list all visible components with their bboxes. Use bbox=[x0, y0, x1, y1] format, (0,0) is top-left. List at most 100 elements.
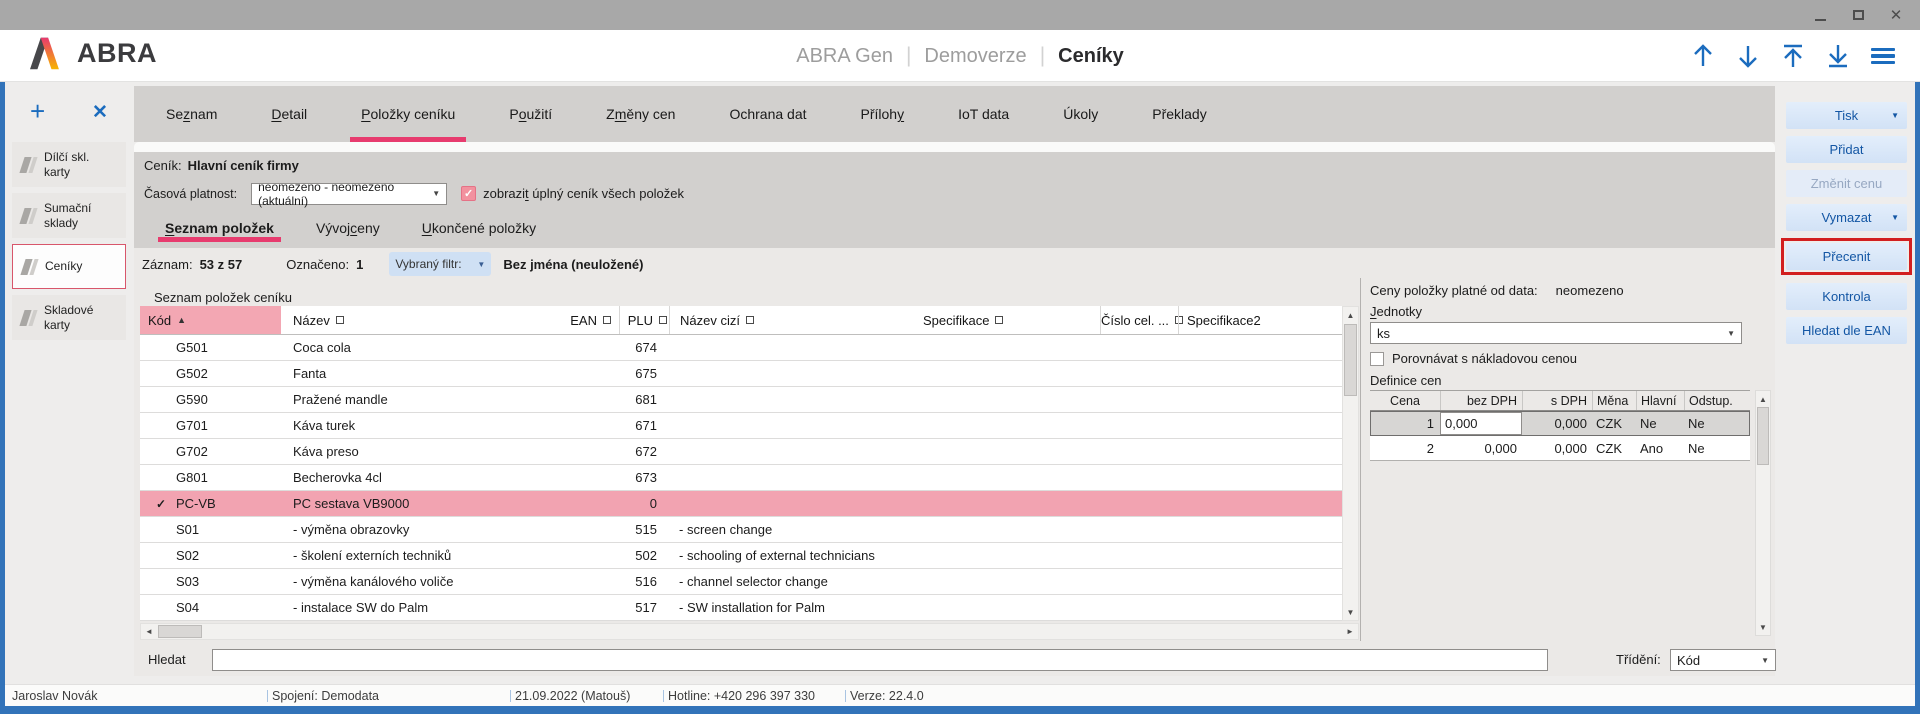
main-panel: Seznam Detail Položky ceníku Použití Změ… bbox=[134, 86, 1775, 676]
cell-nazev: Fanta bbox=[281, 361, 531, 386]
grid-row[interactable]: 2 0,000 0,000 CZK Ano Ne bbox=[1370, 436, 1750, 461]
grid-row-selected[interactable]: 1 0,000 0,000 CZK Ne Ne bbox=[1370, 411, 1750, 436]
cell-nazev-cizi bbox=[669, 491, 923, 516]
cell-plu: 517 bbox=[619, 595, 669, 620]
chevron-down-icon: ▼ bbox=[1761, 656, 1769, 665]
grid-header: Cena bez DPH s DPH Měna Hlavní Odstup. bbox=[1370, 391, 1750, 411]
tab-seznam[interactable]: Seznam bbox=[164, 86, 219, 142]
window-frame-left bbox=[0, 82, 5, 714]
scroll-down-button[interactable]: ▼ bbox=[1756, 619, 1770, 635]
tab-preklady[interactable]: Překlady bbox=[1150, 86, 1208, 142]
table-row[interactable]: S01 - výměna obrazovky 515 - screen chan… bbox=[140, 517, 1342, 543]
scroll-down-button[interactable]: ▼ bbox=[1343, 604, 1358, 620]
column-header-cislo-cel[interactable]: Číslo cel. ... bbox=[1100, 306, 1178, 334]
cell-plu: 681 bbox=[619, 387, 669, 412]
maximize-button[interactable] bbox=[1844, 4, 1872, 26]
tab-prilohy[interactable]: Přílohy bbox=[859, 86, 907, 142]
next-record-button[interactable] bbox=[1733, 41, 1763, 71]
add-section-button[interactable]: + bbox=[30, 98, 45, 124]
cell-specifikace2 bbox=[1178, 595, 1342, 620]
cell-kod: G701 bbox=[140, 413, 281, 438]
search-by-ean-button[interactable]: Hledat dle EAN bbox=[1786, 317, 1907, 344]
cell-ean bbox=[531, 413, 619, 438]
table-horizontal-scrollbar[interactable]: ◄ ► bbox=[140, 623, 1359, 640]
scrollbar-thumb[interactable] bbox=[158, 625, 202, 638]
table-row[interactable]: G801 Becherovka 4cl 673 bbox=[140, 465, 1342, 491]
chevron-down-icon: ▼ bbox=[1727, 329, 1735, 338]
sidebar-item-skladove-karty[interactable]: Skladové karty bbox=[12, 295, 126, 340]
table-row[interactable]: G702 Káva preso 672 bbox=[140, 439, 1342, 465]
column-header-plu[interactable]: PLU bbox=[619, 306, 669, 334]
close-button[interactable]: ✕ bbox=[1882, 4, 1910, 26]
table-row[interactable]: S03 - výměna kanálového voliče 516 - cha… bbox=[140, 569, 1342, 595]
price-edit-cell[interactable]: 0,000 bbox=[1440, 412, 1522, 435]
tab-detail[interactable]: Detail bbox=[269, 86, 309, 142]
scrollbar-thumb[interactable] bbox=[1344, 324, 1357, 396]
column-header-kod[interactable]: Kód▲ bbox=[140, 306, 281, 334]
column-header-specifikace[interactable]: Specifikace bbox=[923, 306, 1100, 334]
print-button[interactable]: Tisk ▼ bbox=[1786, 102, 1907, 129]
cell-plu: 0 bbox=[619, 491, 669, 516]
validity-select[interactable]: neomezeno - neomezeno (aktuální) ▼ bbox=[251, 183, 447, 205]
maximize-icon bbox=[1853, 10, 1864, 20]
first-record-button[interactable] bbox=[1778, 41, 1808, 71]
minimize-button[interactable] bbox=[1806, 4, 1834, 26]
app-header: ABRA ABRA Gen | Demoverze | Ceníky bbox=[0, 30, 1920, 82]
column-header-ean[interactable]: EAN bbox=[531, 306, 619, 334]
delete-button[interactable]: Vymazat ▼ bbox=[1786, 204, 1907, 231]
cell-nazev-cizi bbox=[669, 413, 923, 438]
table-row[interactable]: S02 - školení externích techniků 502 - s… bbox=[140, 543, 1342, 569]
price-definition-grid: Cena bez DPH s DPH Měna Hlavní Odstup. 1… bbox=[1370, 390, 1750, 461]
table-row[interactable]: S04 - instalace SW do Palm 517 - SW inst… bbox=[140, 595, 1342, 621]
detail-vertical-scrollbar[interactable]: ▲ ▼ bbox=[1755, 390, 1771, 636]
unit-select[interactable]: ks ▼ bbox=[1370, 322, 1742, 344]
close-section-button[interactable]: ✕ bbox=[92, 102, 108, 124]
tab-iot-data[interactable]: IoT data bbox=[956, 86, 1011, 142]
last-record-button[interactable] bbox=[1823, 41, 1853, 71]
prev-record-button[interactable] bbox=[1688, 41, 1718, 71]
sidebar-item-dilci-skl-karty[interactable]: Dílčí skl. karty bbox=[12, 142, 126, 187]
tab-pouziti[interactable]: Použití bbox=[507, 86, 554, 142]
sidebar-item-sumacni-sklady[interactable]: Sumační sklady bbox=[12, 193, 126, 238]
scroll-up-button[interactable]: ▲ bbox=[1343, 307, 1358, 323]
close-icon: ✕ bbox=[1890, 6, 1903, 24]
tab-polozky-ceniku[interactable]: Položky ceníku bbox=[359, 86, 457, 142]
tab-ukoly[interactable]: Úkoly bbox=[1061, 86, 1100, 142]
grid-cell-hlavni: Ne bbox=[1636, 411, 1684, 435]
scrollbar-thumb[interactable] bbox=[1757, 407, 1769, 465]
scroll-up-button[interactable]: ▲ bbox=[1756, 391, 1770, 407]
cell-kod: G502 bbox=[140, 361, 281, 386]
table-vertical-scrollbar[interactable]: ▲ ▼ bbox=[1342, 306, 1359, 621]
table-row[interactable]: G502 Fanta 675 bbox=[140, 361, 1342, 387]
add-button[interactable]: Přidat bbox=[1786, 136, 1907, 163]
scroll-right-button[interactable]: ► bbox=[1342, 624, 1358, 639]
column-header-nazev-cizi[interactable]: Název cizí bbox=[669, 306, 923, 334]
menu-button[interactable] bbox=[1868, 41, 1898, 71]
sort-select[interactable]: Kód ▼ bbox=[1670, 649, 1776, 671]
selected-filter-button[interactable]: Vybraný filtr: ▼ bbox=[389, 252, 491, 276]
pricelist-name: Hlavní ceník firmy bbox=[188, 158, 299, 173]
sidebar-item-ceniky[interactable]: Ceníky bbox=[12, 244, 126, 289]
table-row[interactable]: G701 Káva turek 671 bbox=[140, 413, 1342, 439]
column-options-icon bbox=[995, 316, 1003, 324]
compare-cost-checkbox-row[interactable]: Porovnávat s nákladovou cenou bbox=[1370, 351, 1577, 366]
check-button[interactable]: Kontrola bbox=[1786, 283, 1907, 310]
show-full-pricelist-checkbox[interactable]: ✓ bbox=[461, 186, 476, 201]
chevron-down-icon: ▼ bbox=[477, 260, 485, 269]
reprice-button[interactable]: Přecenit bbox=[1786, 243, 1907, 270]
tab-zmeny-cen[interactable]: Změny cen bbox=[604, 86, 677, 142]
tab-ochrana-dat[interactable]: Ochrana dat bbox=[727, 86, 808, 142]
table-row[interactable]: G501 Coca cola 674 bbox=[140, 335, 1342, 361]
search-input[interactable] bbox=[212, 649, 1548, 671]
table-row-selected[interactable]: ✓PC-VB PC sestava VB9000 0 bbox=[140, 491, 1342, 517]
subtab-vyvoj-ceny[interactable]: Vývoj ceny bbox=[313, 208, 383, 248]
column-header-nazev[interactable]: Název bbox=[281, 306, 531, 334]
cell-nazev: - instalace SW do Palm bbox=[281, 595, 531, 620]
scroll-left-button[interactable]: ◄ bbox=[141, 624, 157, 639]
table-row[interactable]: G590 Pražené mandle 681 bbox=[140, 387, 1342, 413]
column-header-specifikace2[interactable]: Specifikace2 bbox=[1178, 306, 1342, 334]
grid-cell-s-dph: 0,000 bbox=[1522, 411, 1592, 435]
subtab-ukoncene-polozky[interactable]: Ukončené položky bbox=[419, 208, 539, 248]
subtab-seznam-polozek[interactable]: Seznam položek bbox=[162, 208, 277, 248]
module-title: Ceníky bbox=[1058, 45, 1124, 68]
